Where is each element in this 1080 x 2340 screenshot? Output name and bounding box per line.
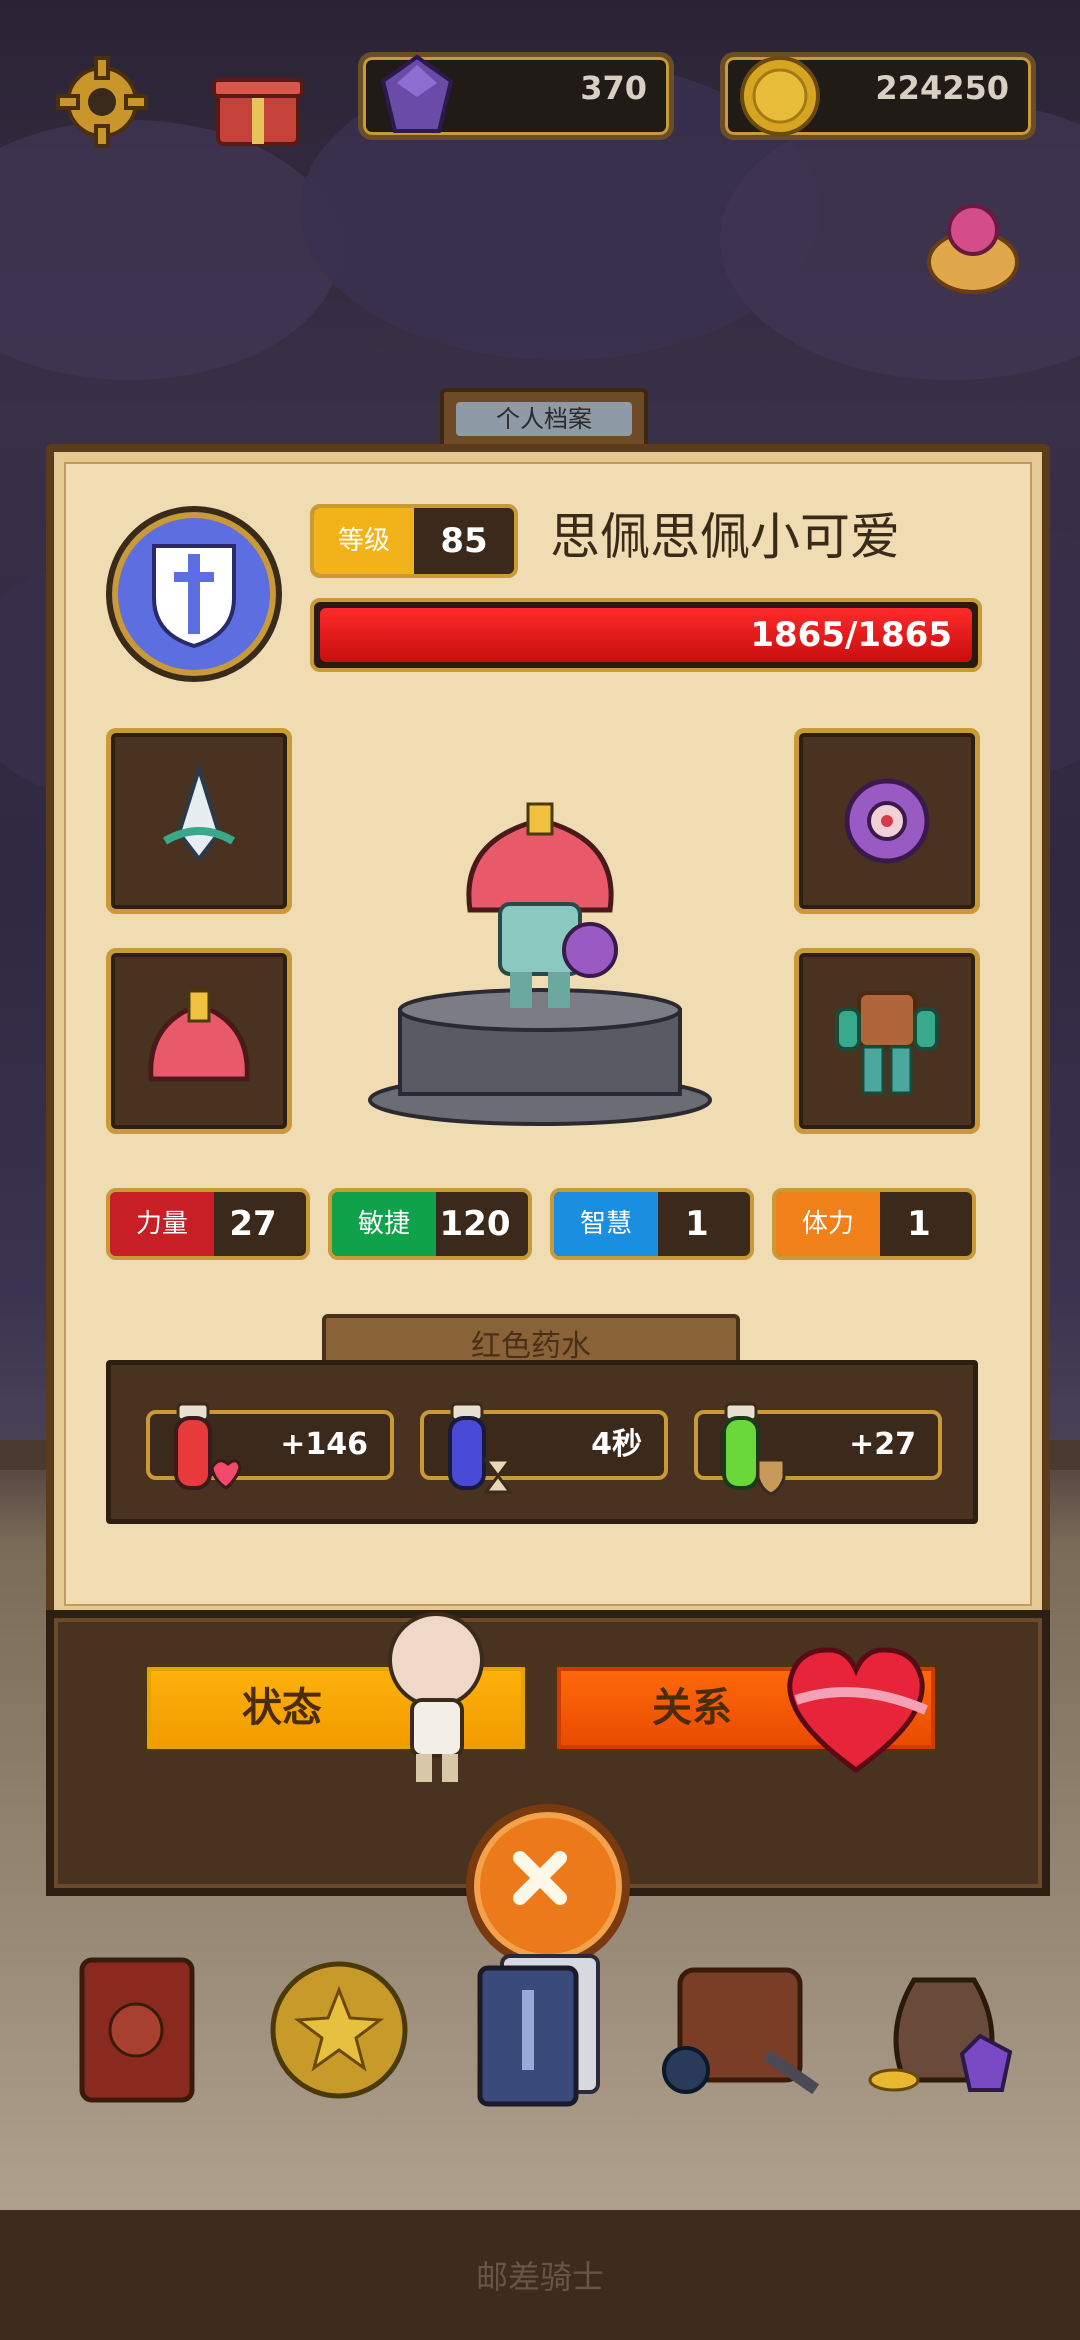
gear-icon	[56, 56, 148, 148]
stat-stamina-value: 1	[907, 1204, 931, 1244]
treasure-pot-icon	[927, 204, 1019, 294]
equip-slot-helmet[interactable]	[106, 948, 292, 1134]
stat-strength-label: 力量	[110, 1192, 214, 1256]
spellbook-icon	[79, 1957, 195, 2103]
dock-loot-bag[interactable]	[864, 1940, 1014, 2110]
dock-card-deck[interactable]	[466, 1940, 616, 2110]
equip-slot-armor[interactable]	[794, 948, 980, 1134]
gem-count: 370	[580, 69, 647, 107]
level-label: 等级	[314, 508, 414, 574]
potion-green-value: +27	[849, 1427, 916, 1462]
knight-character	[466, 802, 618, 1008]
stat-agility: 敏捷 120	[328, 1188, 532, 1260]
stat-wisdom-label: 智慧	[554, 1192, 658, 1256]
stat-wisdom: 智慧 1	[550, 1188, 754, 1260]
green-potion-shield-icon	[722, 1402, 786, 1496]
level-box: 等级 85	[310, 504, 518, 578]
hp-text: 1865/1865	[750, 615, 952, 655]
stat-stamina: 体力 1	[772, 1188, 976, 1260]
stat-wisdom-value: 1	[685, 1204, 709, 1244]
equip-slot-weapon[interactable]	[106, 728, 292, 914]
helmet-icon	[148, 989, 250, 1082]
gift-button[interactable]	[210, 56, 306, 148]
profile-tab-title: 个人档案	[456, 402, 632, 436]
stat-agility-label: 敏捷	[332, 1192, 436, 1256]
potion-blue-value: 4秒	[591, 1427, 642, 1462]
stat-strength-value: 27	[229, 1204, 277, 1244]
red-potion-heart-icon	[174, 1402, 242, 1490]
dock-backpack[interactable]	[660, 1940, 820, 2110]
footer-title: 邮差骑士	[475, 2258, 604, 2296]
stat-agility-value: 120	[439, 1204, 511, 1244]
armor-icon	[835, 991, 939, 1095]
potion-blue[interactable]: 4秒	[420, 1402, 668, 1494]
player-name: 思佩思佩小可爱	[550, 508, 900, 566]
shield-sword-icon	[152, 544, 236, 649]
gift-icon	[212, 78, 304, 146]
guild-emblem[interactable]	[106, 506, 282, 682]
settings-button[interactable]	[52, 52, 152, 152]
equip-slot-accessory[interactable]	[794, 728, 980, 914]
character-display	[368, 802, 712, 1126]
mascot-character	[388, 1612, 484, 1782]
backpack-icon	[662, 1967, 820, 2095]
gem-icon	[380, 54, 454, 133]
shuriken-icon	[844, 778, 930, 864]
potion-red-value: +146	[280, 1427, 368, 1462]
treasure-pot-button[interactable]	[918, 196, 1028, 296]
coin-count: 224250	[875, 69, 1009, 107]
coin-counter: 224250	[720, 52, 1036, 140]
card-deck-icon	[477, 1954, 600, 2107]
stat-strength: 力量 27	[106, 1188, 310, 1260]
blue-potion-hourglass-icon	[448, 1402, 513, 1494]
coin-icon	[740, 56, 820, 136]
potion-red[interactable]: +146	[146, 1402, 394, 1490]
star-coin-icon	[270, 1961, 408, 2099]
stat-stamina-label: 体力	[776, 1192, 880, 1256]
loot-bag-icon	[868, 1977, 1013, 2092]
spear-tip-icon	[162, 763, 236, 863]
close-icon	[513, 1851, 567, 1905]
hp-bar: 1865/1865	[310, 598, 982, 672]
pedestal	[368, 988, 712, 1126]
gem-counter: 370	[358, 52, 674, 140]
heart-icon	[787, 1647, 928, 1774]
level-value: 85	[440, 521, 488, 561]
potion-green[interactable]: +27	[694, 1402, 942, 1496]
dock-spellbook[interactable]	[66, 1940, 216, 2110]
dock-star-coin[interactable]	[264, 1940, 414, 2110]
